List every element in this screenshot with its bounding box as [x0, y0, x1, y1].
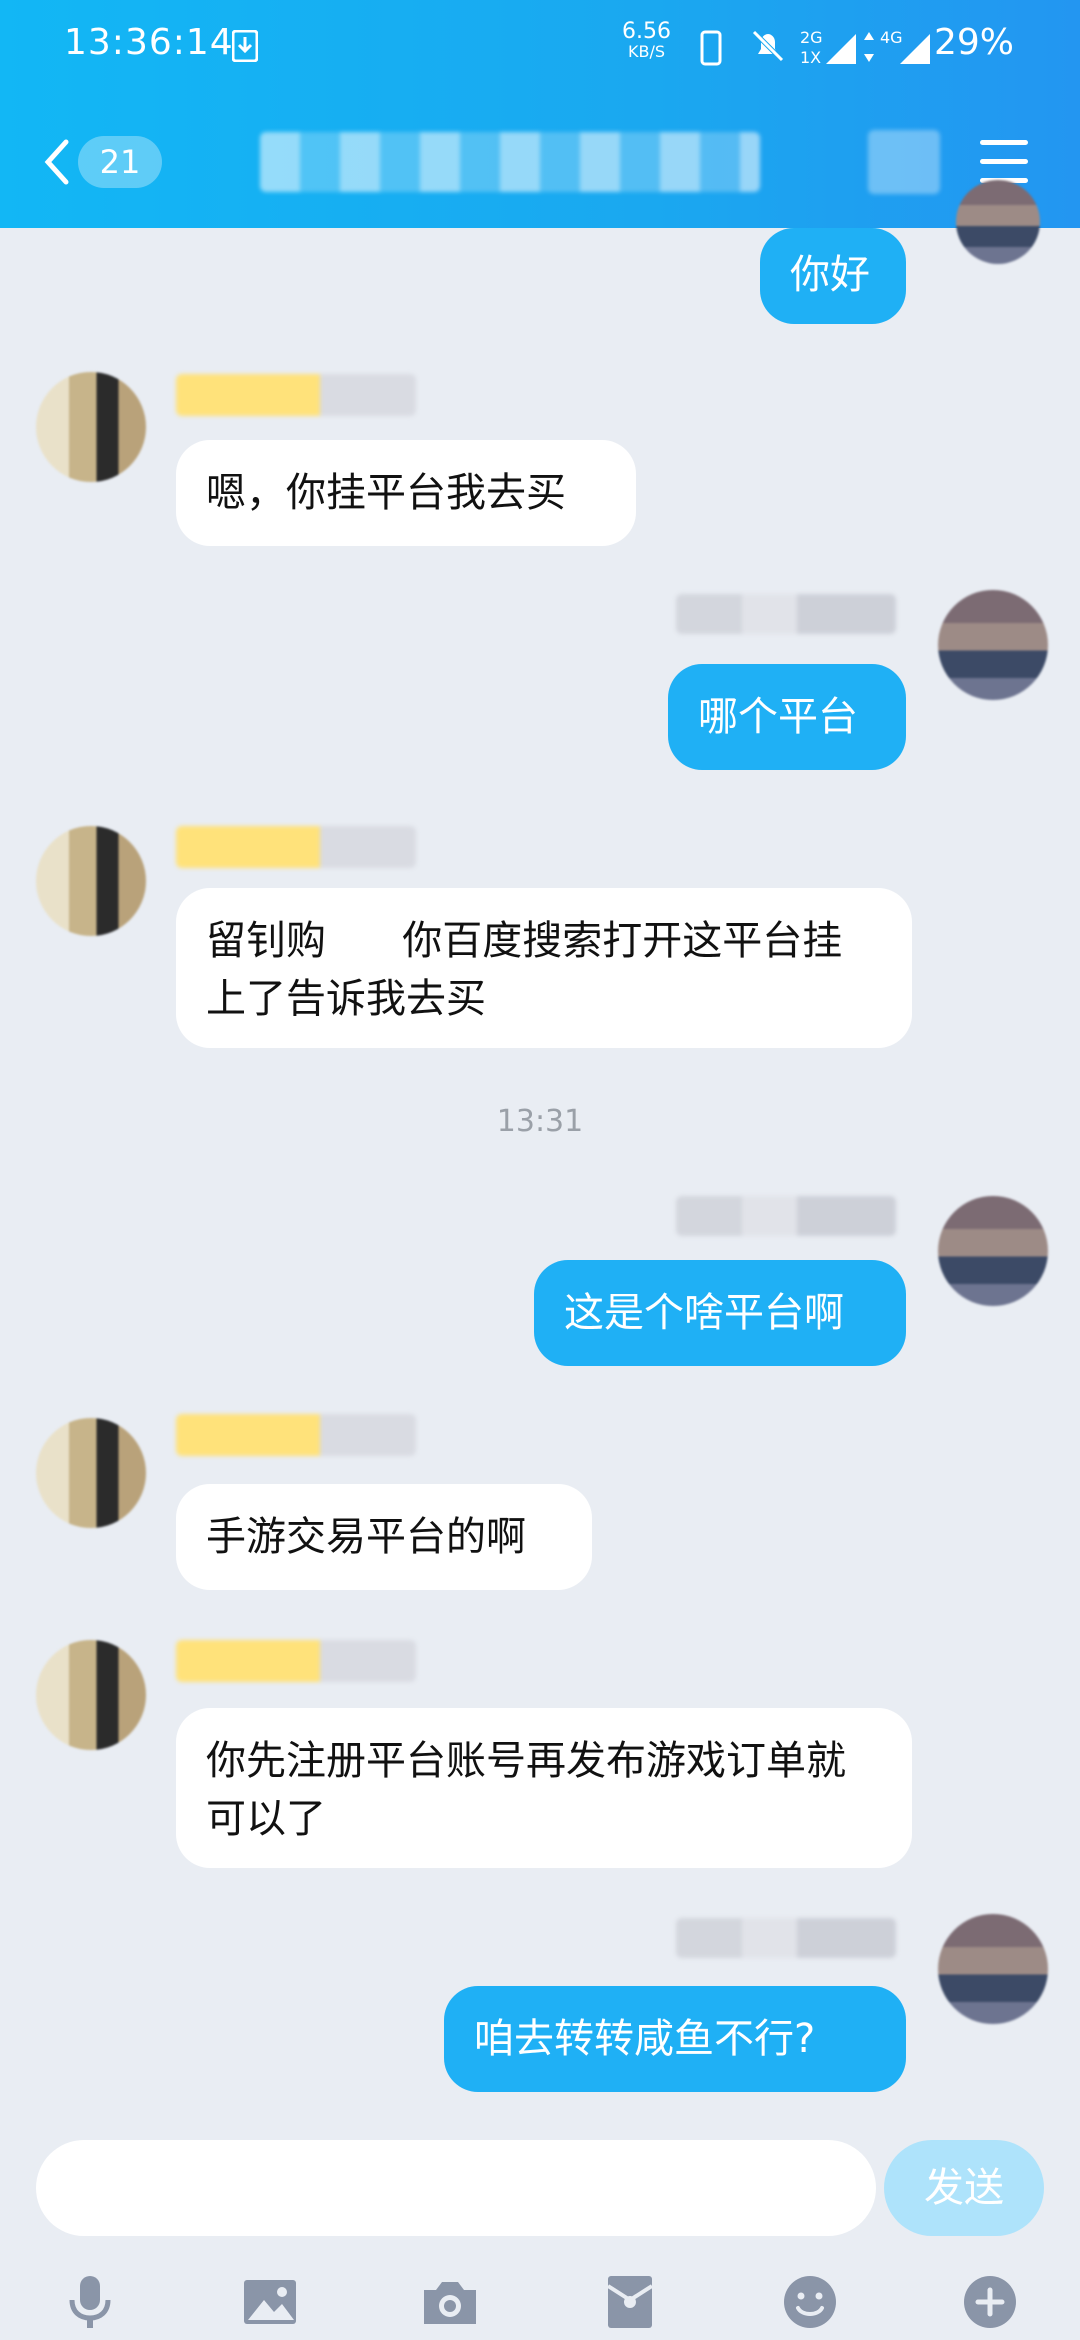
net-speed: 6.56 KB/S [622, 19, 671, 62]
input-area: 发送 [0, 2120, 1080, 2340]
sender-name-redacted [176, 1640, 416, 1682]
avatar-self[interactable] [956, 180, 1040, 264]
microphone-icon[interactable] [58, 2270, 122, 2334]
message-input[interactable] [36, 2140, 876, 2236]
signal-sim1-icon: 2G 1X [800, 28, 858, 68]
camera-icon[interactable] [418, 2270, 482, 2334]
back-chevron-icon[interactable] [42, 138, 72, 186]
top-bar: 13:36:14 6.56 KB/S 2G 1X 4G 29% 21 [0, 0, 1080, 228]
download-icon [232, 30, 258, 62]
status-bar: 13:36:14 6.56 KB/S 2G 1X 4G 29% [0, 0, 1080, 96]
avatar-self[interactable] [938, 1196, 1048, 1306]
call-icon[interactable] [868, 130, 940, 194]
sender-name-redacted [676, 1918, 896, 1958]
send-button[interactable]: 发送 [884, 2140, 1044, 2236]
sender-name-redacted [676, 594, 896, 634]
emoji-icon[interactable] [778, 2270, 842, 2334]
sender-name-redacted [176, 1414, 416, 1456]
avatar-contact[interactable] [36, 826, 146, 936]
battery-level: 29% [934, 22, 1015, 63]
input-toolbar [0, 2260, 1080, 2340]
plus-icon[interactable] [958, 2270, 1022, 2334]
sender-name-redacted [176, 374, 416, 416]
unread-count-badge[interactable]: 21 [78, 136, 162, 188]
sender-name-redacted [176, 826, 416, 868]
message-bubble-left[interactable]: 手游交易平台的啊 [176, 1484, 592, 1590]
chat-title-redacted [260, 132, 760, 192]
message-bubble-left[interactable]: 嗯，你挂平台我去买 [176, 440, 636, 546]
message-bubble-right[interactable]: 你好 [760, 228, 906, 324]
avatar-self[interactable] [938, 1914, 1048, 2024]
message-bubble-left[interactable]: 留钊购 你百度搜索打开这平台挂上了告诉我去买 [176, 888, 912, 1048]
status-time: 13:36:14 [64, 22, 234, 63]
sender-name-redacted [676, 1196, 896, 1236]
message-bubble-left[interactable]: 你先注册平台账号再发布游戏订单就可以了 [176, 1708, 912, 1868]
message-bubble-right[interactable]: 这是个啥平台啊 [534, 1260, 906, 1366]
message-timestamp: 13:31 [496, 1104, 584, 1139]
message-bubble-right[interactable]: 哪个平台 [668, 664, 906, 770]
avatar-contact[interactable] [36, 372, 146, 482]
data-arrows-icon [864, 32, 874, 62]
chat-header: 21 [0, 100, 1080, 220]
mute-bell-icon [752, 30, 784, 62]
avatar-self[interactable] [938, 590, 1048, 700]
avatar-contact[interactable] [36, 1418, 146, 1528]
signal-sim2-icon: 4G [880, 28, 938, 68]
avatar-contact[interactable] [36, 1640, 146, 1750]
message-bubble-right[interactable]: 咱去转转咸鱼不行? [444, 1986, 906, 2092]
red-packet-icon[interactable] [598, 2270, 662, 2334]
image-icon[interactable] [238, 2270, 302, 2334]
menu-icon[interactable] [980, 140, 1028, 184]
phone-icon [700, 30, 722, 66]
